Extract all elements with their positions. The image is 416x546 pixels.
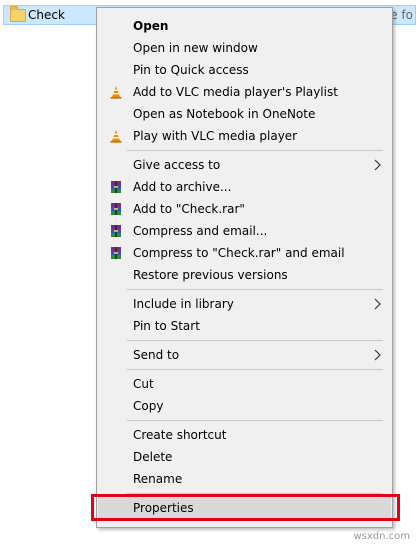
menu-item-copy[interactable]: Copy [98,395,391,417]
menu-item-label: Include in library [133,297,234,311]
menu-item-add-to-archive[interactable]: Add to archive... [98,176,391,198]
winrar-icon [111,203,121,215]
menu-separator [127,150,383,151]
menu-item-label: Delete [133,450,173,464]
winrar-icon [111,181,121,193]
menu-item-pin-to-start[interactable]: Pin to Start [98,315,391,337]
menu-item-label: Restore previous versions [133,268,288,282]
menu-item-pin-to-quick-access[interactable]: Pin to Quick access [98,59,391,81]
vlc-cone-icon [110,130,122,143]
chevron-right-icon [374,159,381,171]
menu-item-label: Pin to Start [133,319,200,333]
menu-item-open[interactable]: Open [98,15,391,37]
menu-item-compress-and-email[interactable]: Compress and email... [98,220,391,242]
menu-item-open-as-notebook-in-onenote[interactable]: Open as Notebook in OneNote [98,103,391,125]
menu-separator [127,340,383,341]
menu-item-rename[interactable]: Rename [98,468,391,490]
menu-item-restore-previous-versions[interactable]: Restore previous versions [98,264,391,286]
menu-item-send-to[interactable]: Send to [98,344,391,366]
menu-item-label: Cut [133,377,154,391]
properties-highlight-box [91,494,400,521]
menu-separator [127,289,383,290]
menu-item-add-to-vlc-media-player-s-playlist[interactable]: Add to VLC media player's Playlist [98,81,391,103]
menu-item-label: Pin to Quick access [133,63,249,77]
menu-item-label: Create shortcut [133,428,227,442]
menu-item-give-access-to[interactable]: Give access to [98,154,391,176]
menu-item-include-in-library[interactable]: Include in library [98,293,391,315]
vlc-cone-icon [110,86,122,99]
menu-item-label: Copy [133,399,164,413]
menu-item-label: Add to VLC media player's Playlist [133,85,338,99]
menu-item-label: Compress to "Check.rar" and email [133,246,345,260]
menu-item-label: Open [133,19,169,33]
menu-item-label: Open in new window [133,41,258,55]
winrar-icon [111,225,121,237]
menu-item-create-shortcut[interactable]: Create shortcut [98,424,391,446]
menu-item-add-to-check-rar[interactable]: Add to "Check.rar" [98,198,391,220]
menu-item-play-with-vlc-media-player[interactable]: Play with VLC media player [98,125,391,147]
menu-item-label: Give access to [133,158,221,172]
menu-item-label: Open as Notebook in OneNote [133,107,316,121]
menu-item-label: Add to "Check.rar" [133,202,245,216]
folder-icon [10,6,26,22]
menu-separator [127,420,383,421]
menu-item-label: Add to archive... [133,180,232,194]
menu-item-label: Play with VLC media player [133,129,298,143]
menu-item-label: Compress and email... [133,224,268,238]
winrar-icon [111,247,121,259]
menu-item-label: Send to [133,348,180,362]
chevron-right-icon [374,298,381,310]
chevron-right-icon [374,349,381,361]
menu-item-cut[interactable]: Cut [98,373,391,395]
menu-separator [127,369,383,370]
menu-item-compress-to-check-rar-and-email[interactable]: Compress to "Check.rar" and email [98,242,391,264]
folder-name: Check [28,8,65,22]
menu-item-open-in-new-window[interactable]: Open in new window [98,37,391,59]
watermark: wsxdn.com [353,531,410,542]
context-menu: Open Open in new window Pin to Quick acces… [96,7,393,528]
menu-item-label: Rename [133,472,183,486]
menu-item-delete[interactable]: Delete [98,446,391,468]
